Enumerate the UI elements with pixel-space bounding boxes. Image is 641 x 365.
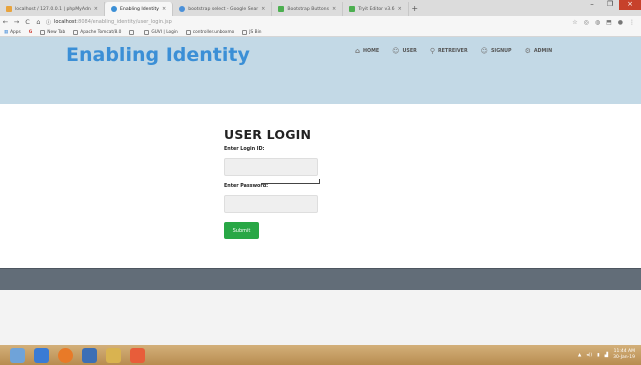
- extension-icon[interactable]: ⬒: [606, 19, 612, 26]
- info-icon[interactable]: ⓘ: [46, 19, 51, 26]
- folder-icon[interactable]: [106, 347, 121, 363]
- start-icon[interactable]: [10, 347, 25, 363]
- bookmarks-bar: ▦ Apps G New Tab Apache Tomcat/8.0 GUVI |…: [0, 28, 641, 37]
- chrome-icon[interactable]: [34, 347, 49, 363]
- tab-label: localhost / 127.0.0.1 | phpMyAdn: [15, 6, 91, 12]
- page-icon: [144, 29, 150, 35]
- window-controls: – ❐ ×: [583, 0, 641, 16]
- close-tab-icon[interactable]: ×: [332, 6, 336, 12]
- google-favicon-icon: [179, 6, 186, 12]
- close-window-icon[interactable]: ×: [619, 0, 641, 10]
- page-icon: [129, 29, 135, 35]
- page-bottom-area: [0, 290, 641, 345]
- user-icon: ☺: [392, 47, 400, 55]
- menu-icon[interactable]: ⋮: [629, 19, 635, 26]
- maximize-icon[interactable]: ❐: [601, 0, 619, 10]
- browser-actions: ☆ ◎ ◍ ⬒ ● ⋮: [572, 19, 641, 26]
- site-favicon-icon: [111, 6, 117, 12]
- bookmark-tomcat[interactable]: Apache Tomcat/8.0: [73, 29, 121, 35]
- page-icon: [242, 29, 248, 35]
- url-path: :8084/enabling_identity/user_login.jsp: [76, 19, 172, 25]
- browser-tab-strip: localhost / 127.0.0.1 | phpMyAdn × Enabl…: [0, 0, 641, 16]
- home-browser-icon[interactable]: ⌂: [33, 18, 44, 26]
- nav-signup[interactable]: ☺ SIGNUP: [481, 47, 512, 55]
- bookmark-new-tab[interactable]: New Tab: [40, 29, 65, 35]
- bookmark-apps[interactable]: ▦ Apps: [4, 30, 21, 35]
- tab-enabling-identity[interactable]: Enabling Identity ×: [105, 2, 174, 16]
- tab-label: Bootstrap Buttons: [287, 6, 329, 12]
- tab-google-search[interactable]: bootstrap select - Google Sear ×: [173, 2, 273, 16]
- close-tab-icon[interactable]: ×: [162, 6, 166, 12]
- nav-admin[interactable]: ⚙ ADMIN: [525, 47, 553, 55]
- nav-retreiver[interactable]: ⚲ RETREIVER: [430, 47, 468, 55]
- system-tray: ▲ ◂)) ▮ ▟ 11:44 AM 30-Jan-19: [578, 349, 641, 361]
- bookmark-star-icon[interactable]: ☆: [572, 19, 577, 26]
- network-icon[interactable]: ▮: [597, 353, 599, 358]
- web-page: Enabling Identity ⌂ HOME ☺ USER ⚲ RETREIVER…: [0, 37, 641, 345]
- nav-user[interactable]: ☺ USER: [392, 47, 417, 55]
- password-input[interactable]: [224, 195, 318, 213]
- search-icon: ⚲: [429, 47, 435, 55]
- bookmark-google[interactable]: G: [29, 30, 33, 35]
- tab-bootstrap-buttons[interactable]: Bootstrap Buttons ×: [272, 2, 344, 16]
- address-bar[interactable]: ⓘ localhost:8084/enabling_identity/user_…: [46, 19, 172, 26]
- address-bar-row: ← → C ⌂ ⓘ localhost:8084/enabling_identi…: [0, 16, 641, 28]
- bookmark-unboxmo[interactable]: controller.unboxmo: [185, 29, 234, 35]
- w3schools-favicon-icon: [349, 6, 356, 12]
- bookmark-jsbin[interactable]: JS Bin: [242, 29, 262, 35]
- volume-icon[interactable]: ◂)): [586, 353, 592, 358]
- home-icon: ⌂: [355, 47, 361, 55]
- page-icon: [185, 29, 191, 35]
- bookmark-blank[interactable]: [129, 29, 136, 35]
- page-icon: [73, 29, 79, 35]
- tab-label: bootstrap select - Google Sear: [188, 6, 259, 12]
- clock[interactable]: 11:44 AM 30-Jan-19: [613, 349, 635, 361]
- new-tab-button[interactable]: +: [409, 2, 421, 16]
- password-label: Enter Password:: [224, 184, 269, 189]
- windows-taskbar: ▲ ◂)) ▮ ▟ 11:44 AM 30-Jan-19: [0, 345, 641, 365]
- login-title: USER LOGIN: [224, 127, 312, 142]
- signup-icon: ☺: [480, 47, 488, 55]
- signal-icon[interactable]: ▟: [605, 353, 608, 358]
- reload-icon[interactable]: C: [22, 18, 33, 26]
- url-host: localhost: [54, 19, 77, 25]
- page-icon: [40, 29, 46, 35]
- site-header: Enabling Identity ⌂ HOME ☺ USER ⚲ RETREIVER…: [0, 37, 641, 104]
- tab-label: Tryit Editor v3.6: [358, 6, 395, 12]
- tray-arrow-icon[interactable]: ▲: [578, 353, 581, 358]
- footer-band: [0, 268, 641, 290]
- admin-icon: ⚙: [524, 47, 531, 55]
- extension-icon[interactable]: ◍: [595, 19, 600, 26]
- w3schools-favicon-icon: [278, 6, 285, 12]
- xampp-icon[interactable]: [130, 347, 145, 363]
- tab-phpmyadmin[interactable]: localhost / 127.0.0.1 | phpMyAdn ×: [0, 2, 105, 16]
- forward-arrow-icon[interactable]: →: [11, 18, 22, 26]
- apps-grid-icon: ▦: [4, 29, 9, 35]
- bookmark-guvi[interactable]: GUVI | Login: [144, 29, 178, 35]
- submit-button[interactable]: Submit: [224, 222, 259, 239]
- app-icon[interactable]: [82, 347, 97, 363]
- extension-icon[interactable]: ◎: [584, 19, 589, 26]
- login-form: USER LOGIN Enter Login ID: Enter Passwor…: [224, 127, 424, 239]
- minimize-icon[interactable]: –: [583, 0, 601, 10]
- nav-home[interactable]: ⌂ HOME: [355, 47, 379, 55]
- back-arrow-icon[interactable]: ←: [0, 18, 11, 26]
- tab-tryit-editor[interactable]: Tryit Editor v3.6 ×: [343, 2, 409, 16]
- login-id-input[interactable]: [224, 158, 318, 176]
- firefox-icon[interactable]: [58, 347, 73, 363]
- close-tab-icon[interactable]: ×: [94, 6, 98, 12]
- site-nav: ⌂ HOME ☺ USER ⚲ RETREIVER ☺ SIGNUP ⚙ ADMIN: [355, 47, 552, 55]
- close-tab-icon[interactable]: ×: [261, 6, 265, 12]
- close-tab-icon[interactable]: ×: [398, 6, 402, 12]
- text-cursor-artifact: [261, 179, 320, 184]
- tab-label: Enabling Identity: [120, 6, 159, 12]
- phpmyadmin-favicon-icon: [6, 6, 12, 12]
- profile-icon[interactable]: ●: [618, 19, 623, 26]
- site-brand[interactable]: Enabling Identity: [66, 44, 250, 66]
- login-id-label: Enter Login ID:: [224, 147, 265, 152]
